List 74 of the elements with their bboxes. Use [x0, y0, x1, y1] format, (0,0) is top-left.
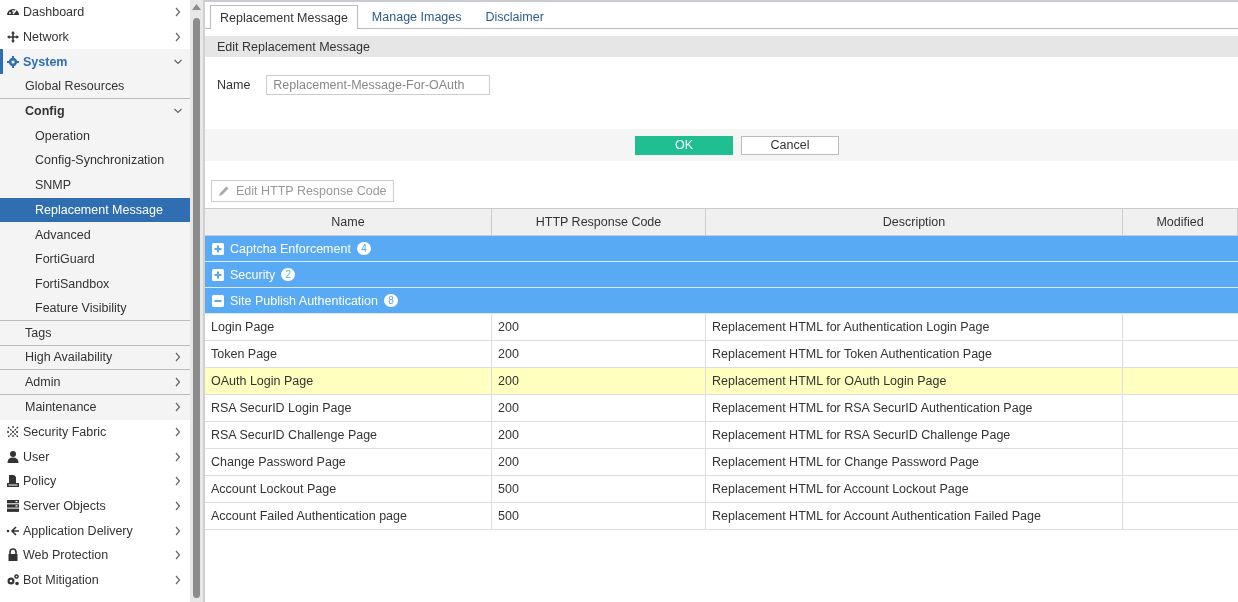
column-header[interactable]: Modified: [1123, 208, 1238, 236]
table-cell: Change Password Page: [205, 449, 492, 476]
table-cell: 500: [492, 476, 706, 503]
sidebar-item[interactable]: Global Resources: [0, 74, 190, 99]
sidebar-item[interactable]: Operation: [0, 123, 190, 149]
table-cell: Replacement HTML for RSA SecurID Challenge Page: [706, 422, 1123, 449]
cancel-button[interactable]: Cancel: [741, 135, 839, 155]
column-header[interactable]: Description: [706, 208, 1123, 236]
tab[interactable]: Manage Images: [361, 5, 472, 28]
sidebar-item[interactable]: Policy: [0, 469, 190, 494]
count-badge: 4: [356, 242, 371, 255]
section-header: Edit Replacement Message: [205, 36, 1238, 57]
user-icon: [6, 449, 20, 464]
policy-icon: [6, 474, 20, 489]
sidebar-item[interactable]: Server Objects: [0, 493, 190, 519]
sidebar-item[interactable]: Dashboard: [0, 0, 190, 25]
sidebar-item[interactable]: FortiGuard: [0, 246, 190, 272]
column-header[interactable]: HTTP Response Code: [492, 208, 706, 236]
table-cell: Account Failed Authentication page: [205, 503, 492, 530]
sidebar-item[interactable]: SNMP: [0, 172, 190, 198]
scrollbar-thumb[interactable]: [193, 18, 200, 598]
field-label: Name: [217, 78, 251, 92]
table-cell: Token Page: [205, 341, 492, 368]
sidebar-item[interactable]: Feature Visibility: [0, 296, 190, 321]
table-cell: Replacement HTML for Account Authentication Failed Page: [706, 503, 1123, 530]
sidebar-item[interactable]: Web Protection: [0, 543, 190, 568]
tab[interactable]: Replacement Message: [210, 5, 358, 29]
scroll-up-icon: [192, 4, 201, 10]
sidebar-item[interactable]: Config: [0, 98, 190, 124]
sidebar-item[interactable]: Application Delivery: [0, 518, 190, 544]
fabric-icon: [6, 425, 20, 440]
sidebar-item[interactable]: High Availability: [0, 345, 190, 371]
table-cell: 200: [492, 368, 706, 395]
group-label: Site Publish Authentication: [230, 293, 379, 308]
table-cell: Replacement HTML for OAuth Login Page: [706, 368, 1123, 395]
lock-icon: [6, 548, 20, 563]
table-cell: Account Lockout Page: [205, 476, 492, 503]
table-cell: Replacement HTML for Token Authentication Page: [706, 341, 1123, 368]
table-cell: 200: [492, 314, 706, 341]
table-cell: 200: [492, 422, 706, 449]
arrow-left-icon: [6, 523, 20, 538]
move-arrows-icon: [6, 30, 20, 45]
pencil-icon: [218, 185, 230, 197]
sidebar-item[interactable]: Advanced: [0, 222, 190, 247]
sidebar-item[interactable]: System: [0, 49, 190, 75]
table-cell: Replacement HTML for Authentication Login Page: [706, 314, 1123, 341]
sidebar-item[interactable]: Tags: [0, 320, 190, 346]
column-header[interactable]: Name: [205, 208, 492, 236]
table-cell: Replacement HTML for RSA SecurID Authentication Page: [706, 395, 1123, 422]
table-cell: Replacement HTML for Change Password Page: [706, 449, 1123, 476]
table-cell: OAuth Login Page: [205, 368, 492, 395]
sidebar-item[interactable]: Replacement Message: [0, 197, 190, 223]
table-cell: Replacement HTML for Account Lockout Page: [706, 476, 1123, 503]
group-label: Captcha Enforcement: [230, 241, 351, 256]
count-badge: 2: [281, 268, 296, 281]
sidebar-item[interactable]: User: [0, 444, 190, 470]
group-label: Security: [230, 267, 276, 282]
sidebar-item[interactable]: Admin: [0, 370, 190, 395]
table-cell: 200: [492, 395, 706, 422]
server-icon: [6, 499, 20, 514]
sidebar-item[interactable]: Security Fabric: [0, 419, 190, 445]
table-cell: RSA SecurID Challenge Page: [205, 422, 492, 449]
count-badge: 8: [384, 294, 399, 307]
table-cell: Login Page: [205, 314, 492, 341]
table-cell: 500: [492, 503, 706, 530]
sidebar-item[interactable]: Bot Mitigation: [0, 567, 190, 593]
table-cell: 200: [492, 449, 706, 476]
tab[interactable]: Disclaimer: [475, 5, 554, 28]
sidebar-item[interactable]: Config-Synchronization: [0, 148, 190, 173]
sidebar-item[interactable]: FortiSandbox: [0, 271, 190, 297]
sidebar-item[interactable]: Maintenance: [0, 395, 190, 420]
table-cell: 200: [492, 341, 706, 368]
table-cell: RSA SecurID Login Page: [205, 395, 492, 422]
sidebar-item[interactable]: Network: [0, 24, 190, 50]
